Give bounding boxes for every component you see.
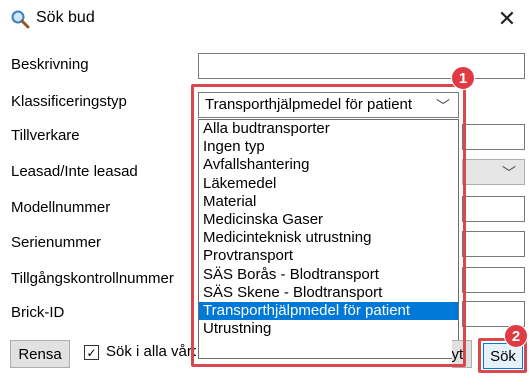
serienummer-input[interactable] xyxy=(462,231,525,257)
chevron-down-icon: ﹀ xyxy=(436,98,450,114)
dropdown-option[interactable]: Läkemedel xyxy=(199,175,458,193)
rensa-button[interactable]: Rensa xyxy=(10,340,70,368)
dropdown-option[interactable]: Medicinteknisk utrustning xyxy=(199,229,458,247)
title-bar: Sök bud ✕ xyxy=(0,0,530,38)
sok-alla-checkbox[interactable]: ✓ xyxy=(84,345,99,360)
label-brick-id: Brick-ID xyxy=(11,304,65,321)
dropdown-option[interactable]: Medicinska Gaser xyxy=(199,211,458,229)
label-beskrivning: Beskrivning xyxy=(11,56,89,73)
tillgangskontrollnummer-input[interactable] xyxy=(462,267,525,293)
label-klassificeringstyp: Klassificeringstyp xyxy=(11,93,127,110)
klassificeringstyp-select[interactable]: Transporthjälpmedel för patient ﹀ xyxy=(198,92,459,118)
klassificeringstyp-value: Transporthjälpmedel för patient xyxy=(205,96,413,113)
beskrivning-input[interactable] xyxy=(198,53,525,79)
modellnummer-input[interactable] xyxy=(462,196,525,222)
close-icon: ✕ xyxy=(497,6,517,31)
chevron-down-icon: ﹀ xyxy=(502,165,516,181)
search-icon xyxy=(11,10,30,29)
dropdown-option[interactable]: SÄS Borås - Blodtransport xyxy=(199,266,458,284)
checkmark-icon: ✓ xyxy=(86,345,97,360)
leasad-select[interactable]: ﹀ xyxy=(462,159,525,185)
klassificeringstyp-dropdown: Alla budtransporter Ingen typ Avfallshan… xyxy=(198,119,459,359)
sok-alla-label: Sök i alla vårdinrättningar xyxy=(106,343,196,360)
annotation-badge-1: 1 xyxy=(451,66,475,90)
close-button[interactable]: ✕ xyxy=(484,0,530,38)
label-modellnummer: Modellnummer xyxy=(11,199,111,216)
dropdown-option[interactable]: Provtransport xyxy=(199,247,458,265)
dropdown-option[interactable]: SÄS Skene - Blodtransport xyxy=(199,284,458,302)
label-tillgangskontrollnummer: Tillgångskontrollnummer xyxy=(11,270,174,287)
label-leasad: Leasad/Inte leasad xyxy=(11,163,138,180)
dropdown-option-selected[interactable]: Transporthjälpmedel för patient xyxy=(199,301,458,321)
dropdown-option[interactable]: Material xyxy=(199,193,458,211)
dropdown-option[interactable]: Avfallshantering xyxy=(199,156,458,174)
annotation-badge-2: 2 xyxy=(504,324,528,348)
window-title: Sök bud xyxy=(36,9,95,26)
dropdown-option[interactable]: Ingen typ xyxy=(199,138,458,156)
tillverkare-input[interactable] xyxy=(462,124,525,150)
rensa-label: Rensa xyxy=(18,345,62,363)
label-tillverkare: Tillverkare xyxy=(11,127,80,144)
sok-label: Sök xyxy=(490,347,516,365)
dropdown-option[interactable]: Alla budtransporter xyxy=(199,120,458,138)
dropdown-option[interactable]: Utrustning xyxy=(199,320,458,338)
label-serienummer: Serienummer xyxy=(11,234,102,251)
